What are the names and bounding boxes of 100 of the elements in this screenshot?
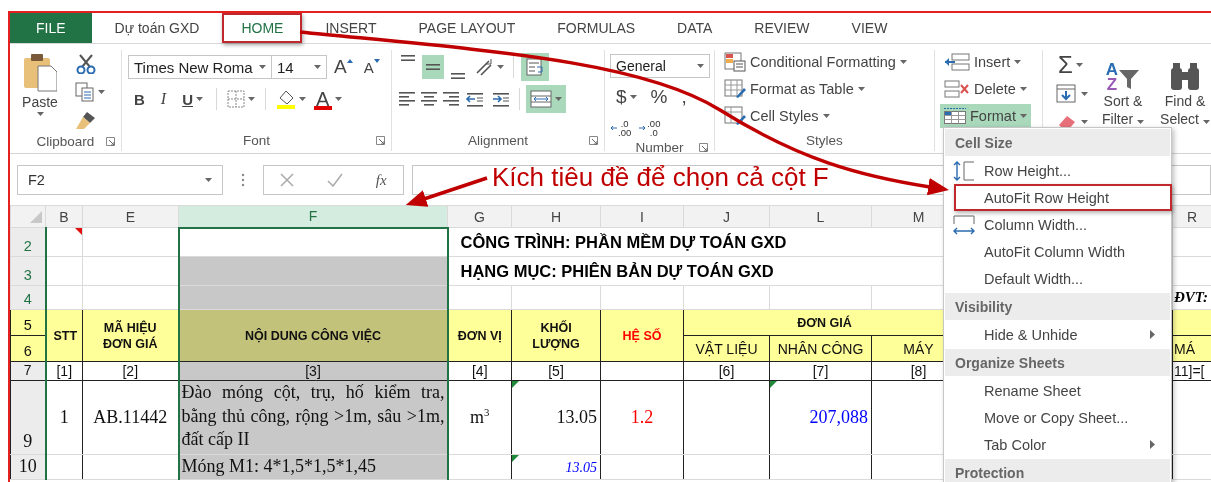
ribbon-tab[interactable]: VIEW <box>832 13 907 43</box>
format-cells-icon <box>944 108 966 124</box>
align-lines-icon <box>421 92 437 106</box>
menu-section-header: Cell Size <box>945 129 1170 156</box>
menu-section-header: Organize Sheets <box>945 349 1170 376</box>
caret-icon <box>1202 120 1210 124</box>
caret-icon <box>335 97 343 101</box>
style-menu-button[interactable]: Cell Styles <box>720 104 834 128</box>
row-height-icon <box>952 159 976 182</box>
caret-icon <box>899 60 907 64</box>
ribbon-tab[interactable]: FORMULAS <box>538 13 655 43</box>
ribbon-tab[interactable]: REVIEW <box>735 13 829 43</box>
ribbon-tab[interactable]: Dự toán GXD <box>95 13 219 43</box>
currency-button[interactable]: $ <box>610 85 643 109</box>
insert-cells-icon <box>944 53 970 71</box>
caret-icon <box>196 97 203 101</box>
copy-button[interactable] <box>73 80 107 104</box>
scissors-icon <box>75 54 97 74</box>
delete-cells-icon <box>944 80 970 98</box>
fill-button[interactable] <box>1054 82 1090 106</box>
menu-item[interactable]: Tab Color <box>944 431 1171 458</box>
caret-icon <box>1081 120 1088 124</box>
underline-button[interactable]: U <box>175 87 210 111</box>
font-name-field[interactable]: Times New Roma <box>128 55 272 79</box>
style-menu-button[interactable]: Format as Table <box>720 77 869 101</box>
name-box[interactable]: F2 <box>17 165 223 195</box>
caret-icon <box>259 65 266 69</box>
file-tab[interactable]: FILE <box>10 13 92 43</box>
row-header[interactable]: 3 <box>10 256 46 286</box>
row-header[interactable]: 4 <box>10 285 46 310</box>
column-header[interactable]: H <box>511 205 601 228</box>
row-header[interactable]: 6 <box>10 335 46 362</box>
caret-icon <box>248 97 255 101</box>
font-size-field[interactable]: 14 <box>271 55 327 79</box>
header-cell: NHÂN CÔNG <box>769 335 872 362</box>
caret-icon <box>205 178 212 182</box>
ribbon-tab[interactable]: INSERT <box>306 13 396 43</box>
column-width-icon <box>952 213 976 236</box>
table-cell: 13.05 <box>556 407 597 427</box>
table-cell: 13.05 <box>565 460 597 476</box>
header-cell: ĐƠN VỊ <box>447 309 512 362</box>
menu-item[interactable]: Row Height... <box>944 157 1171 184</box>
clipboard-icon <box>23 52 57 92</box>
middle-align-button[interactable] <box>422 55 444 79</box>
align-lines-icon <box>443 92 459 106</box>
bold-button[interactable]: B <box>127 87 152 111</box>
decrease-indent-icon <box>465 90 485 108</box>
row-header[interactable]: 5 <box>10 309 46 336</box>
orientation-icon <box>474 58 494 76</box>
shrink-font-button[interactable]: A <box>359 55 384 79</box>
cells-menu-button[interactable]: Delete <box>940 77 1031 101</box>
copy-icon <box>75 82 95 102</box>
insert-function-button[interactable]: fx <box>369 168 393 192</box>
caret-icon <box>98 90 105 94</box>
row-header[interactable]: 2 <box>10 227 46 257</box>
grow-font-button[interactable]: A <box>330 55 357 79</box>
column-header[interactable]: L <box>769 205 872 228</box>
caret-icon <box>1014 60 1022 64</box>
caret-icon <box>1137 120 1144 124</box>
column-header[interactable]: G <box>447 205 512 228</box>
submenu-arrow-icon <box>1150 330 1155 339</box>
decrease-decimal-button[interactable]: .00 .0 <box>639 119 661 137</box>
column-header[interactable]: E <box>82 205 179 228</box>
number-format-field[interactable]: General <box>610 54 710 78</box>
align-lines-icon <box>426 64 440 70</box>
percent-button[interactable]: % <box>644 85 674 109</box>
caret-icon <box>1019 114 1027 118</box>
table-cell: Đào móng cột, trụ, hố kiểm tra, bằng thủ công, rộng >1m, sâu >1m, đất cấp II <box>178 380 448 455</box>
caret-icon <box>1075 63 1083 67</box>
cells-menu-button[interactable]: Insert <box>940 50 1026 74</box>
comma-button[interactable]: , <box>675 85 693 109</box>
increase-decimal-button[interactable]: .0 .00 <box>610 119 632 137</box>
paste-button[interactable]: Paste <box>15 50 65 132</box>
font-color-button[interactable]: A <box>312 87 347 111</box>
table-cell: [5] <box>511 361 601 381</box>
cells-menu-button[interactable]: Format <box>940 104 1031 128</box>
row-header[interactable]: 10 <box>10 454 46 479</box>
column-header[interactable]: I <box>600 205 684 228</box>
row-header[interactable]: 9 <box>10 380 46 455</box>
table-cell: 207,088 <box>809 407 868 427</box>
menu-item[interactable]: AutoFit Row Height <box>954 184 1172 211</box>
caret-icon <box>629 95 637 99</box>
column-header[interactable]: F <box>178 205 448 228</box>
menu-item[interactable]: Move or Copy Sheet... <box>944 404 1171 431</box>
italic-button[interactable]: I <box>153 87 174 111</box>
ribbon-tab[interactable]: HOME <box>222 13 303 43</box>
ribbon-tab[interactable]: PAGE LAYOUT <box>399 13 535 43</box>
ribbon-tab[interactable]: DATA <box>658 13 732 43</box>
merge-center-button[interactable] <box>526 85 566 113</box>
column-header[interactable]: R <box>1172 205 1211 228</box>
column-header[interactable]: J <box>683 205 770 228</box>
autosum-button[interactable]: Σ <box>1054 52 1090 78</box>
font-color-swatch-icon <box>314 106 333 110</box>
style-menu-button[interactable]: Conditional Formatting <box>720 50 911 74</box>
caret-icon <box>497 65 504 69</box>
caret-icon <box>555 97 562 101</box>
format-table-icon <box>724 79 746 99</box>
menu-section-header: Protection <box>945 459 1170 482</box>
column-header[interactable]: B <box>45 205 83 228</box>
header-cell: NỘI DUNG CÔNG VIỆC <box>178 309 448 362</box>
